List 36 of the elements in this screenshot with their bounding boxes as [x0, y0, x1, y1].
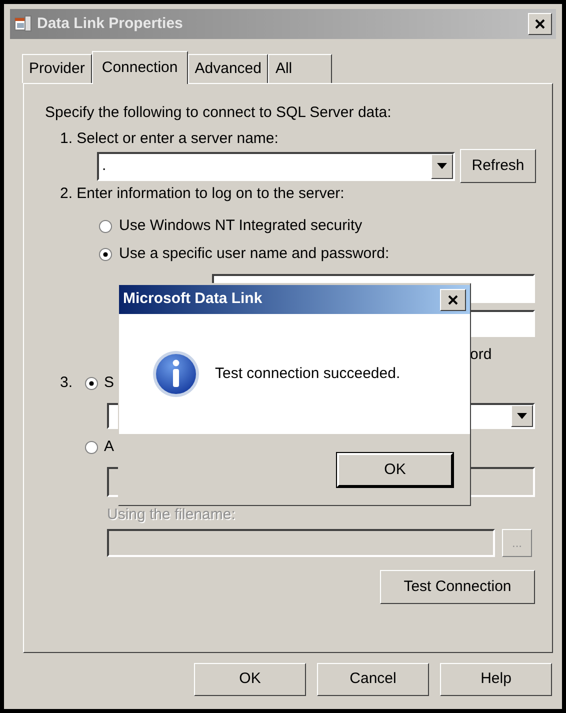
filename-label: Using the filename:: [107, 506, 236, 523]
radio-button[interactable]: [99, 248, 112, 260]
window-app-icon: [14, 15, 32, 33]
radio-label: Use a specific user name and password:: [119, 244, 390, 264]
ok-button[interactable]: OK: [337, 453, 453, 487]
dialog-message: Test connection succeeded.: [215, 364, 400, 384]
refresh-button[interactable]: Refresh: [460, 149, 536, 183]
close-button[interactable]: [440, 288, 466, 310]
checkbox-label: ord: [470, 346, 492, 363]
filename-field[interactable]: [107, 529, 495, 557]
radio-button[interactable]: [99, 220, 112, 232]
dialog-title: Microsoft Data Link: [123, 289, 264, 310]
step-label: 2. Enter information to log on to the server:: [60, 185, 346, 203]
close-icon: [535, 19, 545, 29]
close-icon: [448, 294, 458, 304]
radio-label: Use Windows NT Integrated security: [119, 216, 362, 236]
help-button[interactable]: Help: [440, 663, 552, 696]
radio-label: A: [104, 436, 114, 457]
info-icon: [152, 350, 200, 398]
step-number: 3.: [60, 372, 74, 393]
test-connection-button[interactable]: Test Connection: [380, 570, 535, 604]
tab[interactable]: All: [268, 54, 332, 83]
radio-button[interactable]: [85, 376, 98, 390]
instruction-text: Specify the following to connect to SQL Server data:: [45, 104, 392, 122]
close-button[interactable]: [528, 13, 552, 35]
step-label: 1. Select or enter a server name:: [60, 130, 280, 148]
cancel-button[interactable]: Cancel: [317, 663, 429, 696]
server-name-value: .: [101, 156, 108, 176]
radio-label: S: [104, 372, 114, 393]
tab[interactable]: Provider: [22, 54, 92, 83]
tab[interactable]: Advanced: [188, 54, 268, 83]
tab[interactable]: Connection: [92, 51, 188, 84]
ok-button[interactable]: OK: [194, 663, 306, 696]
radio-button[interactable]: [85, 440, 98, 454]
window-title: Data Link Properties: [37, 14, 184, 34]
server-name-combobox[interactable]: .: [97, 152, 455, 180]
